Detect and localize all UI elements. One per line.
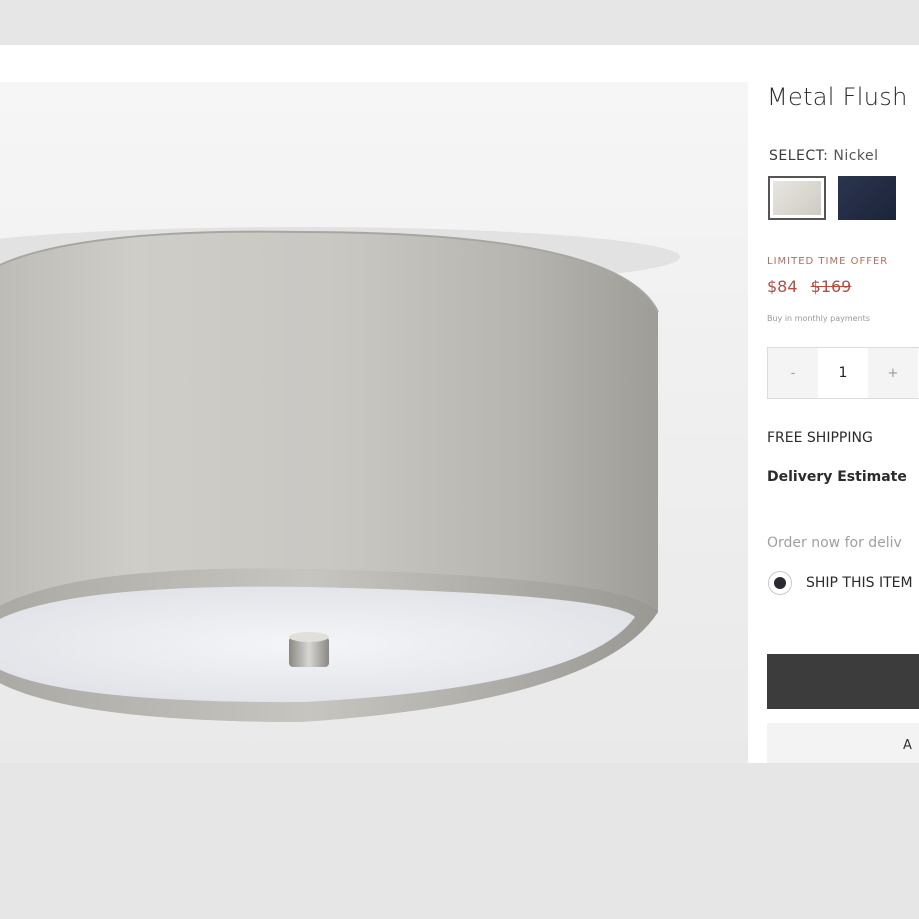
ship-item-label: SHIP THIS ITEM	[806, 575, 913, 591]
order-now-text: Order now for deliv	[767, 535, 902, 551]
color-select-label: SELECT: Nickel	[769, 148, 879, 164]
swatch-nickel-fill	[773, 181, 821, 215]
quantity-stepper: - 1 +	[767, 347, 919, 399]
add-to-cart-button[interactable]	[767, 654, 919, 709]
quantity-decrease-button[interactable]: -	[768, 348, 818, 398]
ship-item-radio[interactable]	[768, 571, 792, 595]
product-details-panel: Metal Flush SELECT: Nickel LIMITED TIME …	[748, 45, 919, 763]
monthly-payments-text: Buy in monthly payments	[767, 314, 870, 323]
selected-color-name: Nickel	[833, 148, 879, 164]
swatch-nickel[interactable]	[768, 176, 826, 220]
product-image	[0, 82, 748, 763]
quantity-increase-button[interactable]: +	[868, 348, 918, 398]
secondary-action-button[interactable]: A	[767, 723, 919, 763]
free-shipping-label: FREE SHIPPING	[767, 430, 873, 446]
secondary-action-label: A	[903, 738, 913, 753]
quantity-value[interactable]: 1	[818, 348, 868, 398]
flush-mount-light-image	[0, 227, 680, 722]
radio-selected-dot	[774, 577, 786, 589]
original-price: $169	[810, 277, 852, 296]
delivery-estimate-heading: Delivery Estimate	[767, 469, 907, 485]
price-line: $84 $169	[767, 277, 851, 296]
swatch-navy[interactable]	[838, 176, 896, 220]
product-page-frame: Metal Flush SELECT: Nickel LIMITED TIME …	[0, 45, 919, 763]
current-price: $84	[767, 277, 798, 296]
product-title: Metal Flush	[767, 83, 908, 111]
ship-item-option[interactable]: SHIP THIS ITEM	[768, 571, 913, 595]
select-prefix: SELECT:	[769, 148, 829, 164]
limited-offer-label: LIMITED TIME OFFER	[767, 256, 889, 267]
